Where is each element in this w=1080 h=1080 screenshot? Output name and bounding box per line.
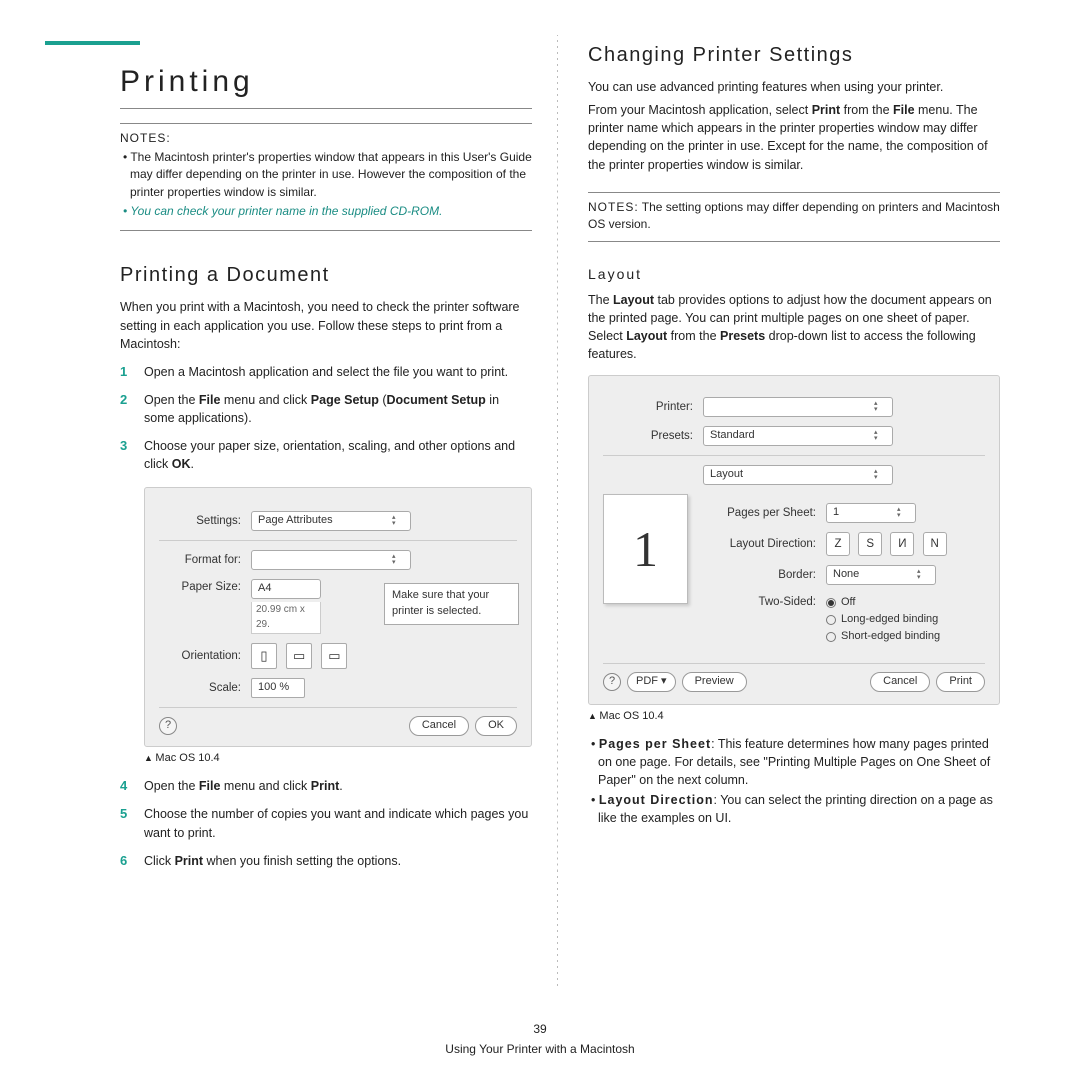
chevron-updown-icon: ▴▾ — [917, 568, 929, 582]
dialog1-caption: Mac OS 10.4 — [144, 751, 532, 767]
page-preview: 1 — [603, 494, 688, 604]
steps-list: Open a Macintosh application and select … — [120, 363, 532, 870]
twosided-label: Two-Sided: — [706, 594, 826, 611]
chevron-updown-icon: ▴▾ — [392, 553, 404, 567]
scale-label: Scale: — [159, 680, 251, 697]
print-button[interactable]: Print — [936, 672, 985, 692]
notes-box-right: NOTES: The setting options may differ de… — [588, 192, 1000, 243]
direction-z-icon[interactable]: Z — [826, 532, 850, 556]
notes-text-r: The setting options may differ depending… — [588, 200, 1000, 231]
right-column: Changing Printer Settings You can use ad… — [558, 35, 1030, 990]
pps-select[interactable]: 1 ▴▾ — [826, 503, 916, 523]
radio-short[interactable]: Short-edged binding — [826, 629, 940, 645]
preview-button[interactable]: Preview — [682, 672, 747, 692]
page-columns: Printing NOTES: The Macintosh printer's … — [0, 0, 1080, 1010]
help-icon[interactable]: ? — [159, 717, 177, 735]
bullet-direction: Layout Direction: You can select the pri… — [588, 791, 1000, 827]
bullet-pps: Pages per Sheet: This feature determines… — [588, 735, 1000, 789]
dialog2-caption: Mac OS 10.4 — [588, 709, 1000, 725]
orientation-landscape-icon[interactable]: ▭ — [286, 643, 312, 669]
step-6: Click Print when you finish setting the … — [120, 852, 532, 870]
settings-label: Settings: — [159, 513, 251, 530]
notes-box: NOTES: The Macintosh printer's propertie… — [120, 123, 532, 232]
chevron-updown-icon: ▴▾ — [874, 468, 886, 482]
callout-printer-selected: Make sure that your printer is selected. — [384, 583, 519, 625]
direction-s-icon[interactable]: S — [858, 532, 882, 556]
paper-select[interactable]: A4 — [251, 579, 321, 599]
cancel-button[interactable]: Cancel — [870, 672, 930, 692]
orient-label: Orientation: — [159, 648, 251, 665]
border-label: Border: — [706, 567, 826, 584]
scale-input[interactable]: 100 % — [251, 678, 305, 698]
notes-label-r: NOTES: — [588, 200, 639, 214]
footer-text: Using Your Printer with a Macintosh — [445, 1042, 634, 1056]
radio-long[interactable]: Long-edged binding — [826, 612, 940, 628]
paper-dim: 20.99 cm x 29. — [251, 602, 321, 634]
right-p1: You can use advanced printing features w… — [588, 78, 1000, 96]
step-4: Open the File menu and click Print. — [120, 777, 532, 795]
direction-buttons: Z S И N — [826, 532, 952, 556]
notes-label: NOTES: — [120, 131, 171, 145]
section-printing-doc: Printing a Document — [120, 261, 532, 290]
direction-n-icon[interactable]: И — [890, 532, 914, 556]
orientation-landscape-rev-icon[interactable]: ▭ — [321, 643, 347, 669]
note-2: You can check your printer name in the s… — [120, 203, 532, 220]
step-2: Open the File menu and click Page Setup … — [120, 391, 532, 427]
orientation-buttons: ▯ ▭ ▭ — [251, 643, 353, 669]
step-5: Choose the number of copies you want and… — [120, 805, 532, 841]
layout-select[interactable]: Layout ▴▾ — [703, 465, 893, 485]
presets-label: Presets: — [603, 428, 703, 445]
page-title: Printing — [120, 60, 532, 109]
ok-button[interactable]: OK — [475, 716, 517, 736]
pdf-button[interactable]: PDF ▾ — [627, 672, 676, 692]
help-icon[interactable]: ? — [603, 673, 621, 691]
direction-n2-icon[interactable]: N — [923, 532, 947, 556]
presets-select[interactable]: Standard ▴▾ — [703, 426, 893, 446]
paper-label: Paper Size: — [159, 579, 251, 596]
settings-select[interactable]: Page Attributes ▴▾ — [251, 511, 411, 531]
note-1: The Macintosh printer's properties windo… — [120, 149, 532, 201]
format-label: Format for: — [159, 552, 251, 569]
accent-bar — [45, 41, 140, 45]
chevron-updown-icon: ▴▾ — [874, 400, 886, 414]
chevron-updown-icon: ▴▾ — [897, 506, 909, 520]
format-select[interactable]: ▴▾ — [251, 550, 411, 570]
page-setup-dialog: Settings: Page Attributes ▴▾ Format for:… — [144, 487, 532, 747]
page-number: 39 — [0, 1021, 1080, 1038]
section-change-settings: Changing Printer Settings — [588, 41, 1000, 70]
chevron-updown-icon: ▴▾ — [874, 429, 886, 443]
cancel-button[interactable]: Cancel — [409, 716, 469, 736]
layout-para: The Layout tab provides options to adjus… — [588, 291, 1000, 364]
step-3: Choose your paper size, orientation, sca… — [120, 437, 532, 767]
printer-label: Printer: — [603, 399, 703, 416]
chevron-updown-icon: ▴▾ — [392, 514, 404, 528]
orientation-portrait-icon[interactable]: ▯ — [251, 643, 277, 669]
radio-off[interactable]: Off — [826, 595, 940, 611]
layout-heading: Layout — [588, 264, 1000, 284]
step-1: Open a Macintosh application and select … — [120, 363, 532, 381]
pps-label: Pages per Sheet: — [706, 505, 826, 522]
dir-label: Layout Direction: — [706, 536, 826, 553]
intro-para: When you print with a Macintosh, you nee… — [120, 298, 532, 352]
printer-select[interactable]: ▴▾ — [703, 397, 893, 417]
left-column: Printing NOTES: The Macintosh printer's … — [50, 35, 557, 990]
border-select[interactable]: None ▴▾ — [826, 565, 936, 585]
right-p2: From your Macintosh application, select … — [588, 101, 1000, 174]
print-dialog: Printer: ▴▾ Presets: Standard ▴▾ Layout … — [588, 375, 1000, 705]
page-footer: 39 Using Your Printer with a Macintosh — [0, 1021, 1080, 1058]
